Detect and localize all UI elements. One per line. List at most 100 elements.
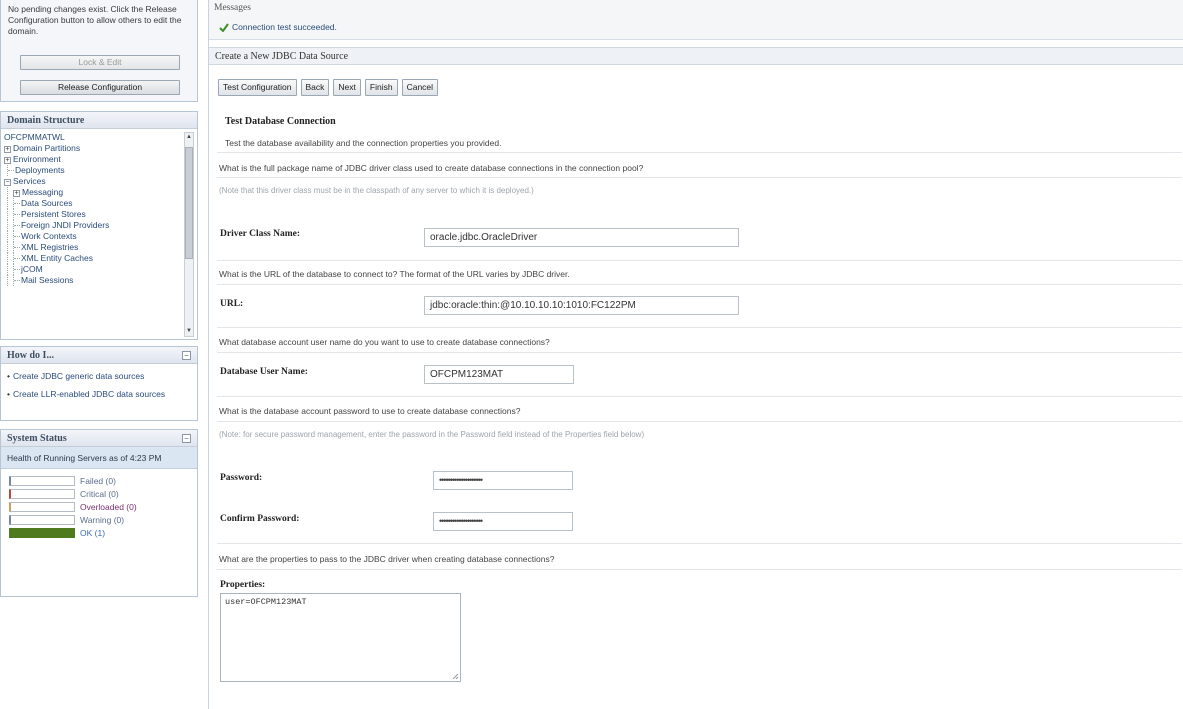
tree-dash: [14, 258, 20, 260]
change-center: No pending changes exist. Click the Rele…: [0, 0, 198, 102]
scroll-down-icon[interactable]: ▼: [185, 327, 193, 336]
properties-textarea[interactable]: user=OFCPM123MAT: [220, 593, 461, 682]
tree-item[interactable]: Data Sources: [4, 198, 182, 209]
tree-line: [7, 275, 8, 286]
confirm-password-input[interactable]: ••••••••••••••••••••: [433, 512, 573, 531]
messages-area: Messages Connection test succeeded.: [209, 0, 1183, 40]
messages-header: Messages: [214, 3, 251, 13]
cancel-button[interactable]: Cancel: [401, 79, 439, 96]
user-name-input[interactable]: OFCPM123MAT: [424, 365, 574, 384]
status-ok: OK (1): [9, 527, 189, 539]
tree-item[interactable]: + Domain Partitions: [4, 143, 182, 154]
tree-dash: [14, 214, 20, 216]
divider: [217, 152, 1182, 153]
status-bar-box: [9, 515, 75, 525]
tree-dash: [14, 280, 20, 282]
tree-item[interactable]: XML Registries: [4, 242, 182, 253]
divider: [217, 569, 1182, 570]
tree-item[interactable]: Foreign JNDI Providers: [4, 220, 182, 231]
divider: [217, 284, 1182, 285]
driver-class-label: Driver Class Name:: [220, 229, 301, 239]
properties-question: What are the properties to pass to the J…: [219, 554, 555, 564]
bullet-icon: •: [7, 371, 10, 381]
tree-dash: [14, 236, 20, 238]
tree-item[interactable]: + Environment: [4, 154, 182, 165]
left-column: No pending changes exist. Click the Rele…: [0, 0, 198, 709]
tree-item[interactable]: Work Contexts: [4, 231, 182, 242]
status-critical: Critical (0): [9, 488, 189, 500]
url-label: URL:: [220, 299, 244, 309]
next-button[interactable]: Next: [333, 79, 361, 96]
divider: [217, 327, 1182, 328]
release-configuration-button[interactable]: Release Configuration: [20, 80, 180, 95]
tree-item[interactable]: Persistent Stores: [4, 209, 182, 220]
status-link[interactable]: Critical (0): [80, 489, 119, 499]
tree-dash: [14, 225, 20, 227]
tree-line: [7, 242, 8, 253]
expand-icon[interactable]: +: [13, 190, 20, 197]
change-center-info: No pending changes exist. Click the Rele…: [8, 4, 182, 36]
test-configuration-button[interactable]: Test Configuration: [218, 79, 297, 96]
divider: [217, 260, 1182, 261]
expand-icon[interactable]: +: [4, 157, 11, 164]
tree-line: [7, 231, 8, 242]
how-do-i-list: • Create JDBC generic data sources • Create…: [1, 364, 197, 414]
driver-note: (Note that this driver class must be in …: [219, 186, 534, 195]
url-question: What is the URL of the database to conne…: [219, 269, 570, 279]
success-message: Connection test succeeded.: [219, 22, 1178, 32]
tree-item[interactable]: jCOM: [4, 264, 182, 275]
status-bar-box: [9, 476, 75, 486]
scroll-up-icon[interactable]: ▲: [185, 133, 193, 142]
system-status-panel: System Status − Health of Running Servers…: [0, 429, 198, 597]
domain-structure-title: Domain Structure: [1, 112, 197, 129]
wizard-toolbar: Test Configuration Back Next Finish Canc…: [218, 79, 439, 96]
tree-dash: [14, 269, 20, 271]
tree-scrollbar[interactable]: ▲ ▼: [184, 132, 194, 337]
divider: [217, 352, 1182, 353]
main-content: Messages Connection test succeeded. Crea…: [208, 0, 1183, 709]
user-name-label: Database User Name:: [220, 367, 308, 377]
tree-item[interactable]: − Services: [4, 176, 182, 187]
status-failed: Failed (0): [9, 475, 189, 487]
divider: [217, 396, 1182, 397]
status-link[interactable]: Overloaded (0): [80, 502, 137, 512]
status-bars: Failed (0) Critical (0) Overloaded (0) Warn…: [1, 469, 197, 546]
finish-button[interactable]: Finish: [364, 79, 398, 96]
status-bar-box: [9, 502, 75, 512]
user-question: What database account user name do you w…: [219, 337, 550, 347]
domain-structure-panel: Domain Structure OFCPMMATWL + Domain Part…: [0, 111, 198, 340]
resize-handle-icon[interactable]: [452, 673, 459, 680]
tree-line: [7, 220, 8, 231]
collapse-icon[interactable]: −: [182, 351, 191, 360]
tree-item[interactable]: XML Entity Caches: [4, 253, 182, 264]
back-button[interactable]: Back: [300, 79, 330, 96]
health-label: Health of Running Servers as of 4:23 PM: [1, 447, 197, 469]
url-input[interactable]: jdbc:oracle:thin:@10.10.10.10:1010:FC122…: [424, 296, 739, 315]
how-do-i-title: How do I... −: [1, 347, 197, 364]
driver-class-input[interactable]: oracle.jdbc.OracleDriver: [424, 228, 739, 247]
status-link[interactable]: Failed (0): [80, 476, 116, 486]
tree-root[interactable]: OFCPMMATWL: [4, 132, 182, 143]
collapse-icon[interactable]: −: [4, 179, 11, 186]
password-question: What is the database account password to…: [219, 406, 521, 416]
how-do-i-link[interactable]: • Create JDBC generic data sources: [7, 371, 191, 382]
status-overloaded: Overloaded (0): [9, 501, 189, 513]
expand-icon[interactable]: +: [4, 146, 11, 153]
tree-item[interactable]: + Messaging: [4, 187, 182, 198]
divider: [217, 177, 1182, 178]
password-input[interactable]: ••••••••••••••••••••: [433, 471, 573, 490]
tree-item[interactable]: Deployments: [4, 165, 182, 176]
system-status-title: System Status −: [1, 430, 197, 447]
scroll-thumb[interactable]: [185, 147, 193, 259]
status-link[interactable]: Warning (0): [80, 515, 124, 525]
status-link[interactable]: OK (1): [80, 528, 105, 538]
tree-item[interactable]: Mail Sessions: [4, 275, 182, 286]
lock-edit-button[interactable]: Lock & Edit: [20, 55, 180, 70]
status-bar-box: [9, 528, 75, 538]
how-do-i-link[interactable]: • Create LLR-enabled JDBC data sources: [7, 389, 191, 400]
confirm-password-label: Confirm Password:: [220, 514, 300, 524]
collapse-icon[interactable]: −: [182, 434, 191, 443]
tree-line: [7, 209, 8, 220]
status-bar-box: [9, 489, 75, 499]
bullet-icon: •: [7, 389, 10, 399]
